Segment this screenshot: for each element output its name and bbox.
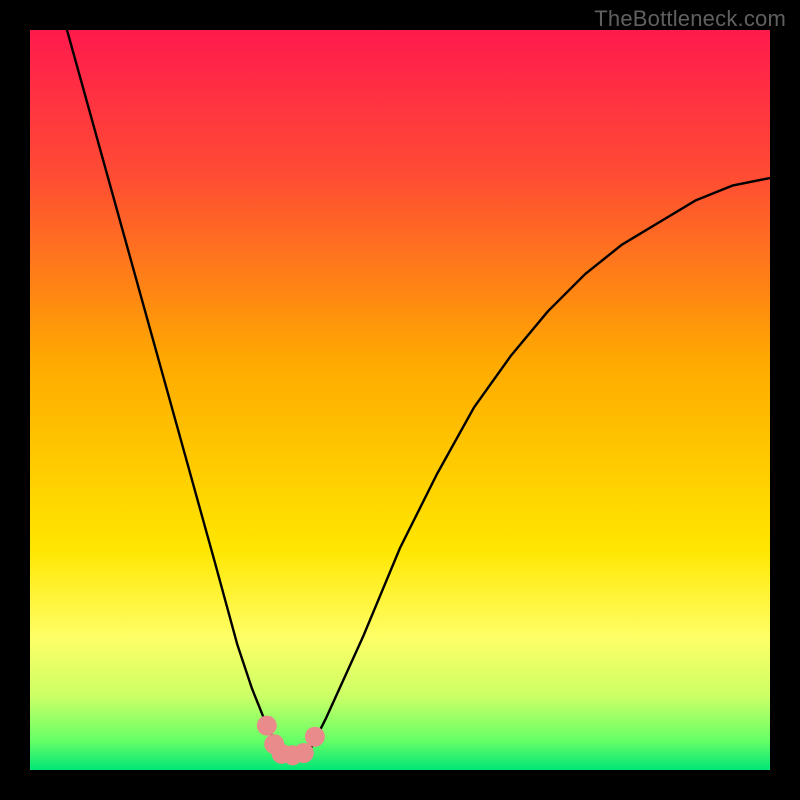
watermark-text: TheBottleneck.com (594, 6, 786, 32)
marker-left-top (257, 716, 277, 736)
chart-background (30, 30, 770, 770)
chart-svg (30, 30, 770, 770)
chart-frame: TheBottleneck.com (0, 0, 800, 800)
marker-right (305, 727, 325, 747)
chart-plot-area (30, 30, 770, 770)
marker-bottom-3 (294, 743, 314, 763)
